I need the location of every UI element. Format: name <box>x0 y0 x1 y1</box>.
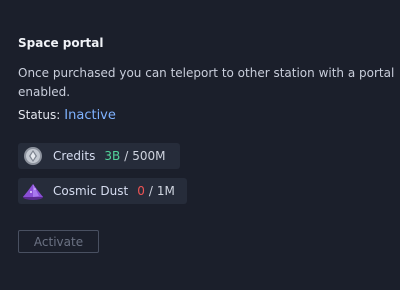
resource-current: 0 <box>137 184 145 198</box>
status-value: Inactive <box>64 108 116 123</box>
resource-required: 500M <box>132 149 166 163</box>
panel-description: Once purchased you can teleport to other… <box>18 66 395 99</box>
space-portal-panel: Space portal Once purchased you can tele… <box>0 0 400 290</box>
resource-current: 3B <box>104 149 121 163</box>
status-line: Status: Inactive <box>18 108 116 123</box>
resource-cosmic-dust: Cosmic Dust 0 / 1M <box>18 178 187 204</box>
resource-required: 1M <box>156 184 175 198</box>
resource-credits: Credits 3B / 500M <box>18 143 180 169</box>
resource-name: Credits <box>53 149 96 163</box>
resource-separator: / <box>124 149 129 163</box>
resource-separator: / <box>148 184 153 198</box>
panel-title: Space portal <box>18 36 104 50</box>
cosmic-dust-icon <box>22 180 44 202</box>
activate-button[interactable]: Activate <box>18 230 99 253</box>
resource-name: Cosmic Dust <box>53 184 129 198</box>
status-label: Status: <box>18 108 61 122</box>
credits-coin-icon <box>22 145 44 167</box>
